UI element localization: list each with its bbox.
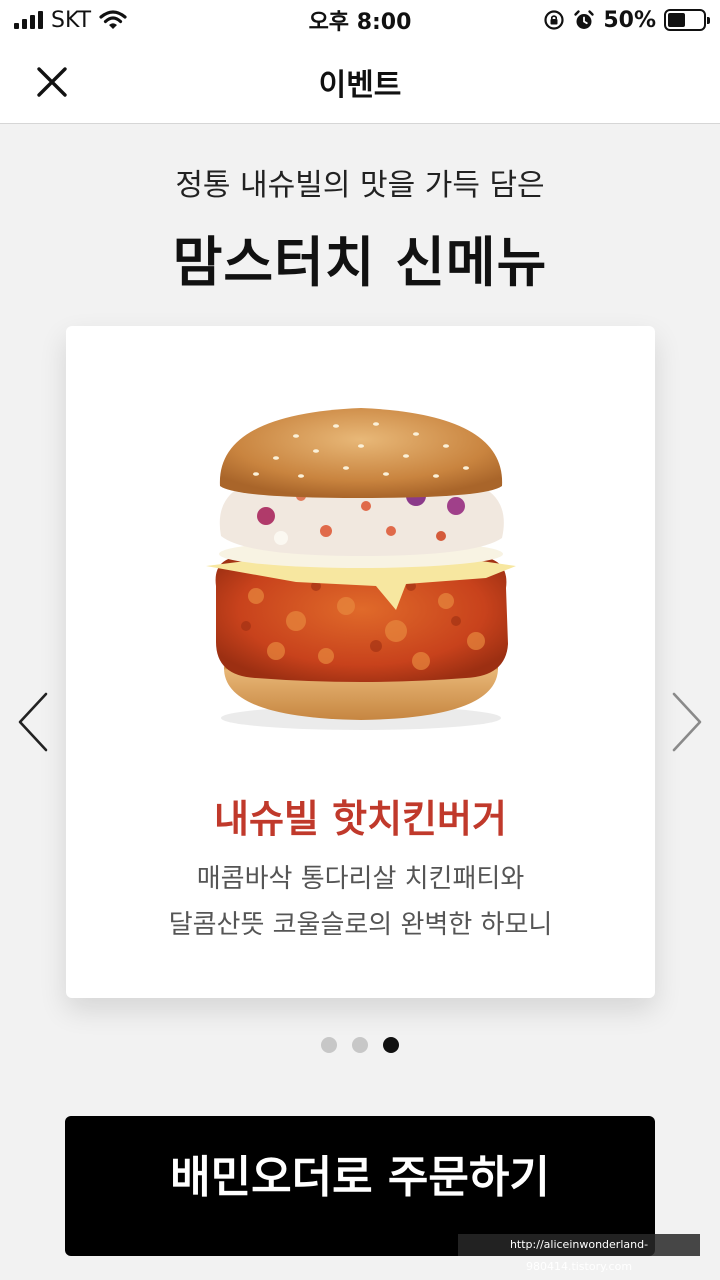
navigation-header: 이벤트 [0,40,720,124]
carousel-pagination [0,1037,720,1053]
product-card[interactable]: 내슈빌 핫치킨버거 매콤바삭 통다리살 치킨패티와 달콤산뜻 코울슬로의 완벽한… [66,326,655,998]
close-button[interactable] [30,60,74,104]
promo-headline: 맘스터치 신메뉴 [172,231,548,294]
product-name: 내슈빌 핫치킨버거 [214,797,507,841]
battery-fill [668,13,685,27]
product-description: 매콤바삭 통다리살 치킨패티와 달콤산뜻 코울슬로의 완벽한 하모니 [66,856,655,948]
alarm-icon [574,10,595,29]
status-right: 50% [543,7,710,33]
watermark-url: http://aliceinwonderland-980414.tistory.… [458,1234,700,1273]
description-line: 달콤산뜻 코울슬로의 완벽한 하모니 [168,910,553,940]
pagination-dot[interactable] [383,1037,399,1053]
description-line: 매콤바삭 통다리살 치킨패티와 [196,864,525,894]
battery-percentage: 50% [603,7,656,33]
status-bar: SKT 오후 8:00 50% [0,0,720,40]
pagination-dot[interactable] [321,1037,337,1053]
burger-image [206,408,516,730]
carrier-name: SKT [51,7,92,33]
next-slide-arrow-icon[interactable] [670,690,704,754]
battery-icon [664,9,710,31]
status-left: SKT [14,8,127,33]
previous-slide-arrow-icon[interactable] [16,690,50,754]
page-title: 이벤트 [318,67,402,103]
promo-subtitle: 정통 내슈빌의 맛을 가득 담은 [175,168,545,203]
wifi-icon [99,10,127,29]
pagination-dot[interactable] [352,1037,368,1053]
rotation-lock-icon [544,10,564,30]
close-icon [37,67,67,97]
signal-strength-icon [14,11,43,29]
